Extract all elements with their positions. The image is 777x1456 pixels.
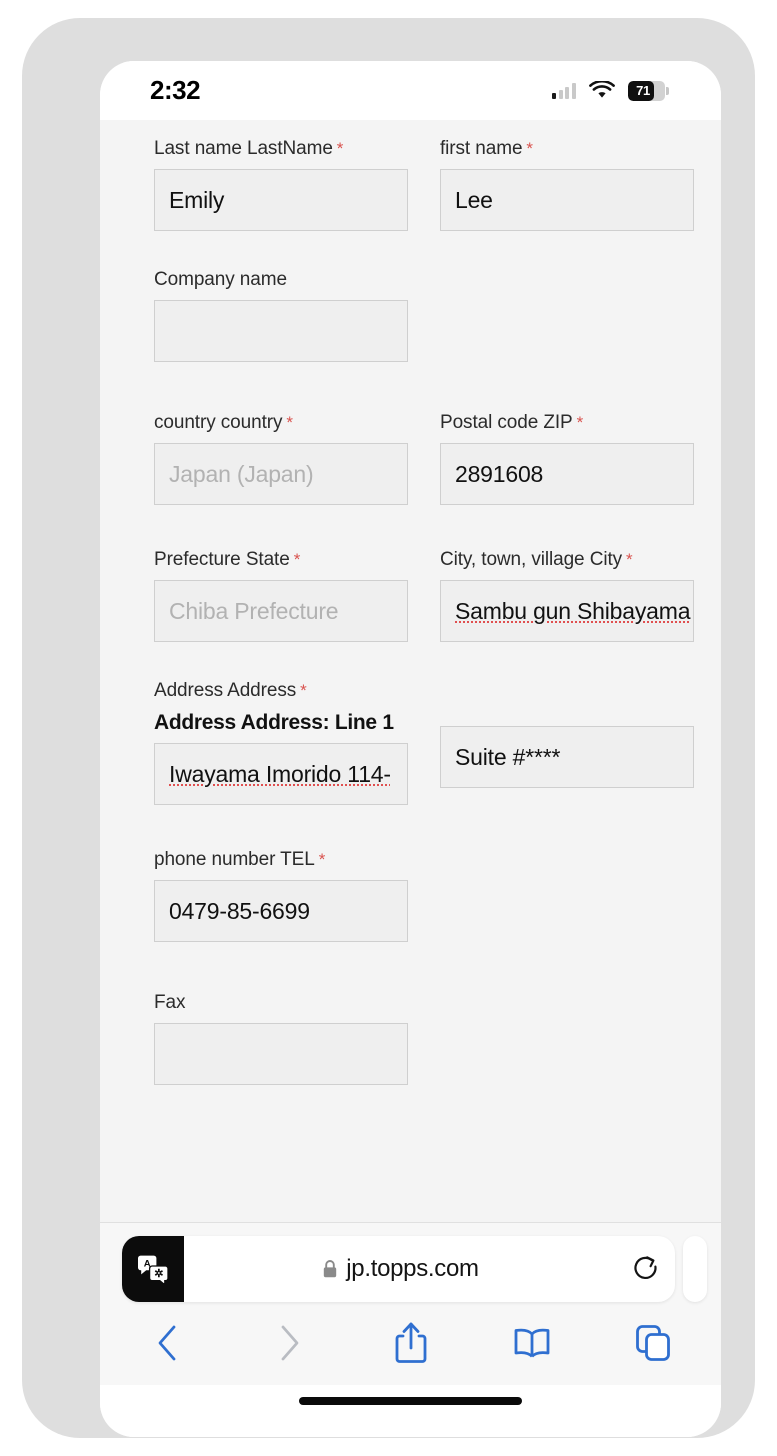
last-name-label: Last name LastName * (154, 138, 344, 159)
address-line1-label: Address Address: Line 1 (154, 711, 394, 734)
status-bar-time: 2:32 (150, 75, 201, 105)
address-label: Address Address * (154, 680, 307, 701)
signal-bars-icon (552, 82, 576, 99)
form-row-phone: phone number TEL * 0479-85-6699 (128, 849, 713, 942)
chevron-left-icon (158, 1325, 176, 1361)
reload-icon[interactable] (617, 1254, 675, 1284)
address-line1-input[interactable]: Iwayama Imorido 114- (154, 743, 408, 805)
form-row-address: Address Address * Address Address: Line 1… (128, 680, 713, 805)
status-bar: 2:32 71 (100, 61, 721, 120)
city-label: City, town, village City * (440, 549, 633, 570)
share-button[interactable] (383, 1315, 439, 1371)
required-marker: * (318, 850, 326, 869)
form-row-name: Last name LastName * Emily first name * Le… (128, 138, 713, 231)
city-input[interactable]: Sambu gun Shibayama (440, 580, 694, 642)
back-button[interactable] (140, 1315, 196, 1371)
wifi-icon (588, 81, 615, 98)
country-input[interactable]: Japan (Japan) (154, 443, 408, 505)
prefecture-input[interactable]: Chiba Prefecture (154, 580, 408, 642)
battery-icon: 71 (627, 80, 669, 101)
share-icon (395, 1322, 426, 1363)
web-page-viewport[interactable]: Last name LastName * Emily first name * Le… (100, 120, 721, 1222)
form-row-prefecture-city: Prefecture State * Chiba Prefecture City,… (128, 549, 713, 642)
home-indicator[interactable] (299, 1397, 522, 1405)
safari-browser-chrome: A ✲ jp.topps.com (100, 1222, 721, 1437)
book-icon (514, 1328, 550, 1358)
company-name-input[interactable] (154, 300, 408, 362)
required-marker: * (336, 139, 344, 158)
fax-label: Fax (154, 992, 186, 1013)
chevron-right-icon (281, 1325, 299, 1361)
url-bar-row: A ✲ jp.topps.com (100, 1223, 721, 1315)
required-marker: * (576, 413, 584, 432)
battery-percent-label: 71 (636, 83, 650, 98)
adjacent-tab-peek[interactable] (683, 1236, 707, 1302)
bookmarks-button[interactable] (504, 1315, 560, 1371)
translate-icon[interactable]: A ✲ (122, 1236, 184, 1302)
postal-code-input[interactable]: 2891608 (440, 443, 694, 505)
required-marker: * (286, 413, 293, 432)
address-line2-input[interactable]: Suite #**** (440, 726, 694, 788)
url-display[interactable]: jp.topps.com (184, 1255, 617, 1283)
prefecture-label: Prefecture State * (154, 549, 301, 570)
form-row-country-zip: country country * Japan (Japan) Postal co… (128, 412, 713, 505)
address-bar[interactable]: A ✲ jp.topps.com (122, 1236, 675, 1302)
safari-toolbar (100, 1315, 721, 1385)
fax-input[interactable] (154, 1023, 408, 1085)
required-marker: * (626, 550, 633, 569)
country-label: country country * (154, 412, 293, 433)
postal-code-label: Postal code ZIP * (440, 412, 584, 433)
first-name-label: first name * (440, 138, 533, 159)
device-screen: 2:32 71 Last name LastName * Emily first… (100, 61, 721, 1437)
required-marker: * (526, 139, 533, 158)
address-form: Last name LastName * Emily first name * Le… (128, 120, 713, 1222)
home-indicator-area (100, 1385, 721, 1437)
tabs-button[interactable] (625, 1315, 681, 1371)
required-marker: * (293, 550, 301, 569)
form-row-fax: Fax (128, 992, 713, 1085)
svg-text:✲: ✲ (154, 1268, 163, 1280)
url-text: jp.topps.com (346, 1255, 479, 1282)
form-row-company: Company name (128, 269, 713, 362)
company-name-label: Company name (154, 269, 287, 290)
forward-button[interactable] (261, 1315, 317, 1371)
lock-icon (324, 1260, 337, 1278)
device-frame: 2:32 71 Last name LastName * Emily first… (22, 18, 755, 1438)
tabs-icon (636, 1325, 670, 1361)
last-name-input[interactable]: Emily (154, 169, 408, 231)
required-marker: * (300, 681, 307, 700)
phone-input[interactable]: 0479-85-6699 (154, 880, 408, 942)
phone-label: phone number TEL * (154, 849, 326, 870)
first-name-input[interactable]: Lee (440, 169, 694, 231)
status-bar-indicators: 71 (552, 80, 669, 101)
